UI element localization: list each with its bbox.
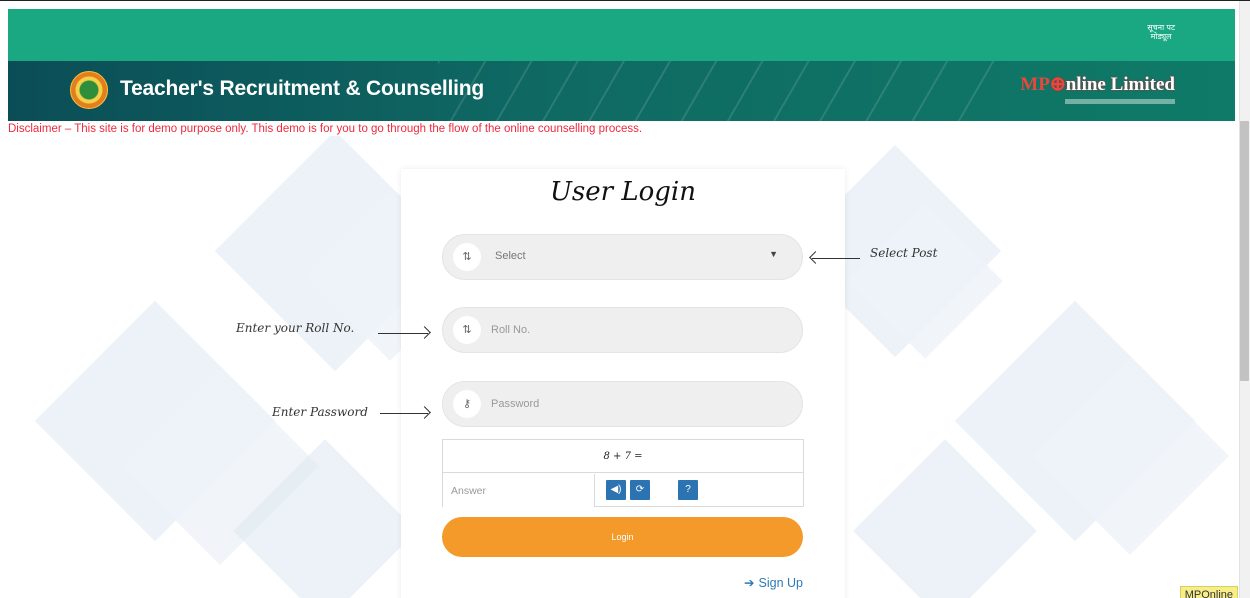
annotation-select-post: Select Post [870,246,938,260]
audio-icon[interactable]: ◀) [606,480,626,500]
help-icon[interactable]: ? [678,480,698,500]
captcha-box: 8 + 7 = ◀) ⟳ ? [442,439,804,507]
top-strip: सूचना पट मोड्यूल [8,9,1235,61]
scrollbar-thumb[interactable] [1240,121,1249,381]
annotation-roll-no: Enter your Roll No. [236,321,355,335]
login-card: User Login ⇅ Select ▼ ⇅ ⚷ 8 + 7 = ◀) ⟳ ?… [401,169,845,598]
language-link[interactable]: सूचना पट मोड्यूल [1147,23,1175,41]
password-field: ⚷ [442,381,803,427]
captcha-question: 8 + 7 = [443,440,803,473]
annotation-arrow [380,413,428,414]
signup-link[interactable]: ➔ Sign Up [744,575,803,590]
site-title: Teacher's Recruitment & Counselling [120,77,485,100]
post-select[interactable]: ⇅ Select ▼ [442,234,803,280]
login-button[interactable]: Login [442,517,803,557]
arrow-right-icon: ➔ [744,576,755,590]
roll-no-input[interactable] [491,318,781,342]
emblem-logo [70,71,108,109]
key-icon: ⚷ [453,390,481,418]
sort-icon: ⇅ [453,316,481,344]
vertical-scrollbar[interactable] [1239,1,1250,598]
header-watermark [438,61,998,121]
annotation-arrow [812,258,860,259]
page: सूचना पट मोड्यूल Teacher's Recruitment &… [0,0,1250,598]
post-select-value: Select [495,250,526,262]
login-title: User Login [550,177,696,207]
language-link-line1: सूचना पट [1147,23,1175,32]
mponline-badge: MPOnline [1179,586,1238,598]
annotation-password: Enter Password [272,405,368,419]
language-link-line2: मोड्यूल [1150,32,1172,41]
mponline-logo: MP⊕nline Limited [1020,74,1175,95]
password-input[interactable] [491,392,781,416]
captcha-answer-input[interactable] [443,474,595,507]
signup-label: Sign Up [758,576,803,590]
refresh-icon[interactable]: ⟳ [630,480,650,500]
disclaimer-text: Disclaimer – This site is for demo purpo… [8,123,643,135]
brand-tagline-bar [1065,99,1175,104]
caret-down-icon: ▼ [769,249,778,259]
sort-icon: ⇅ [453,243,481,271]
roll-no-field: ⇅ [442,307,803,353]
site-header: Teacher's Recruitment & Counselling MP⊕n… [8,61,1235,121]
annotation-arrow [378,333,428,334]
